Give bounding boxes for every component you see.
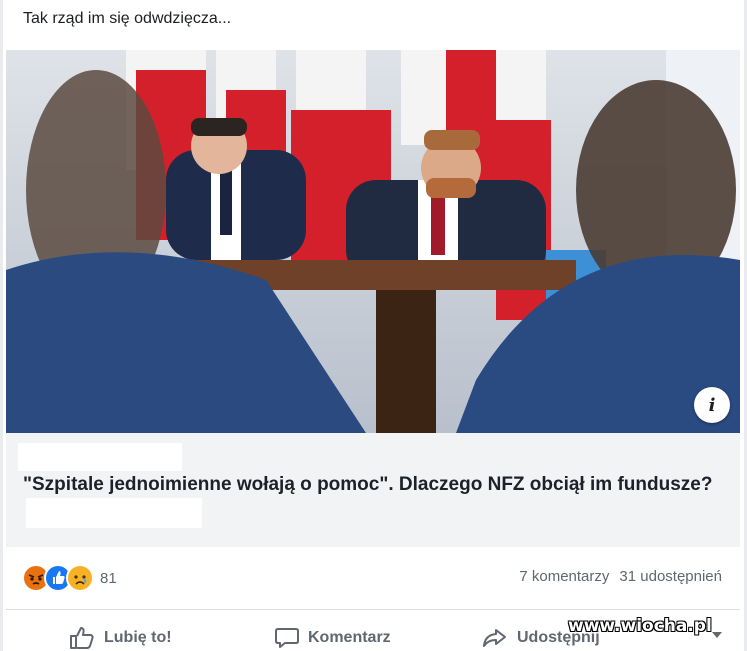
chevron-down-icon[interactable]	[710, 630, 724, 640]
like-label: Lubię to!	[104, 629, 172, 646]
post-card: Tak rząd im się odwdzięcza... i "Szpital…	[3, 0, 744, 651]
reaction-count: 81	[100, 569, 117, 587]
comment-icon	[275, 628, 299, 648]
thumbs-up-icon	[70, 627, 94, 649]
engagement-counts: 7 komentarzy 31 udostępnień	[519, 568, 722, 585]
shares-count[interactable]: 31 udostępnień	[619, 568, 722, 585]
link-headline[interactable]: "Szpitale jednoimienne wołają o pomoc". …	[23, 471, 733, 528]
like-button[interactable]: Lubię to!	[68, 626, 172, 650]
post-text: Tak rząd im się odwdzięcza...	[23, 10, 232, 27]
reactions-summary[interactable]: 81	[22, 564, 117, 592]
photo-illustration	[6, 50, 740, 433]
redacted-text	[26, 498, 202, 528]
comment-button[interactable]: Komentarz	[274, 626, 391, 650]
info-icon[interactable]: i	[694, 387, 730, 423]
comment-label: Komentarz	[308, 629, 391, 646]
post-stats: 81 7 komentarzy 31 udostępnień	[6, 547, 740, 610]
watermark: www.wiocha.pl	[568, 616, 712, 636]
share-arrow-icon	[483, 629, 506, 647]
sad-reaction-icon	[66, 564, 94, 592]
comments-count[interactable]: 7 komentarzy	[519, 568, 609, 585]
post-photo[interactable]: i	[6, 50, 740, 433]
link-headline-text: "Szpitale jednoimienne wołają o pomoc". …	[23, 474, 713, 495]
info-icon-glyph: i	[708, 394, 716, 416]
link-preview[interactable]: "Szpitale jednoimienne wołają o pomoc". …	[6, 433, 740, 547]
redacted-domain	[18, 443, 182, 471]
